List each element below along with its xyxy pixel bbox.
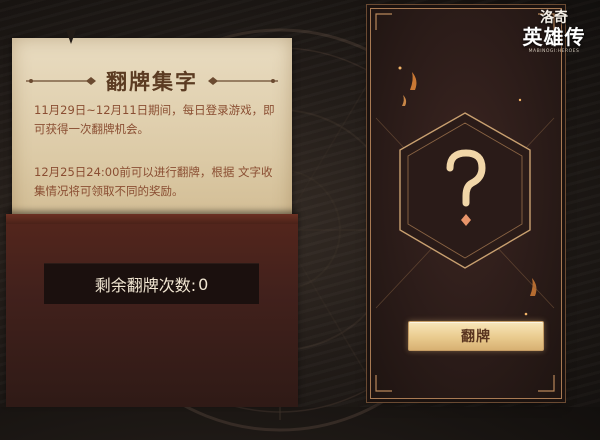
notice-paragraph-login: 11月29日~12月11日期间，每日登录游戏，即可获得一次翻牌机会。 bbox=[34, 103, 275, 136]
remaining-flips-value: 0 bbox=[198, 274, 209, 294]
logo-line-2: 英雄传 bbox=[522, 25, 586, 49]
event-notice-panel: 翻牌集字 11月29日~12月11日期间，每日登录游戏，即可获得一次翻牌机会。 … bbox=[12, 38, 292, 238]
card-sleeve bbox=[6, 214, 298, 407]
remaining-flips-counter: 剩余翻牌次数: 0 bbox=[44, 263, 259, 304]
game-logo: 洛奇 英雄传 MABINOGI:HEROES bbox=[512, 10, 596, 66]
notice-paragraph-deadline: 12月25日24:00前可以进行翻牌，根据 文字收集情况将可领取不同的奖励。 bbox=[34, 165, 273, 198]
notice-notch bbox=[66, 30, 76, 44]
card-sleeve-lip bbox=[6, 214, 298, 224]
remaining-flips-label: 剩余翻牌次数: bbox=[94, 276, 197, 295]
flip-button[interactable]: 翻牌 bbox=[408, 321, 544, 351]
ornament-left-icon bbox=[26, 77, 96, 85]
notice-title-row: 翻牌集字 bbox=[12, 66, 292, 96]
notice-title: 翻牌集字 bbox=[106, 70, 198, 94]
logo-line-1: 洛奇 bbox=[540, 10, 568, 26]
logo-line-3: MABINOGI:HEROES bbox=[528, 49, 580, 54]
ornament-right-icon bbox=[208, 77, 278, 85]
